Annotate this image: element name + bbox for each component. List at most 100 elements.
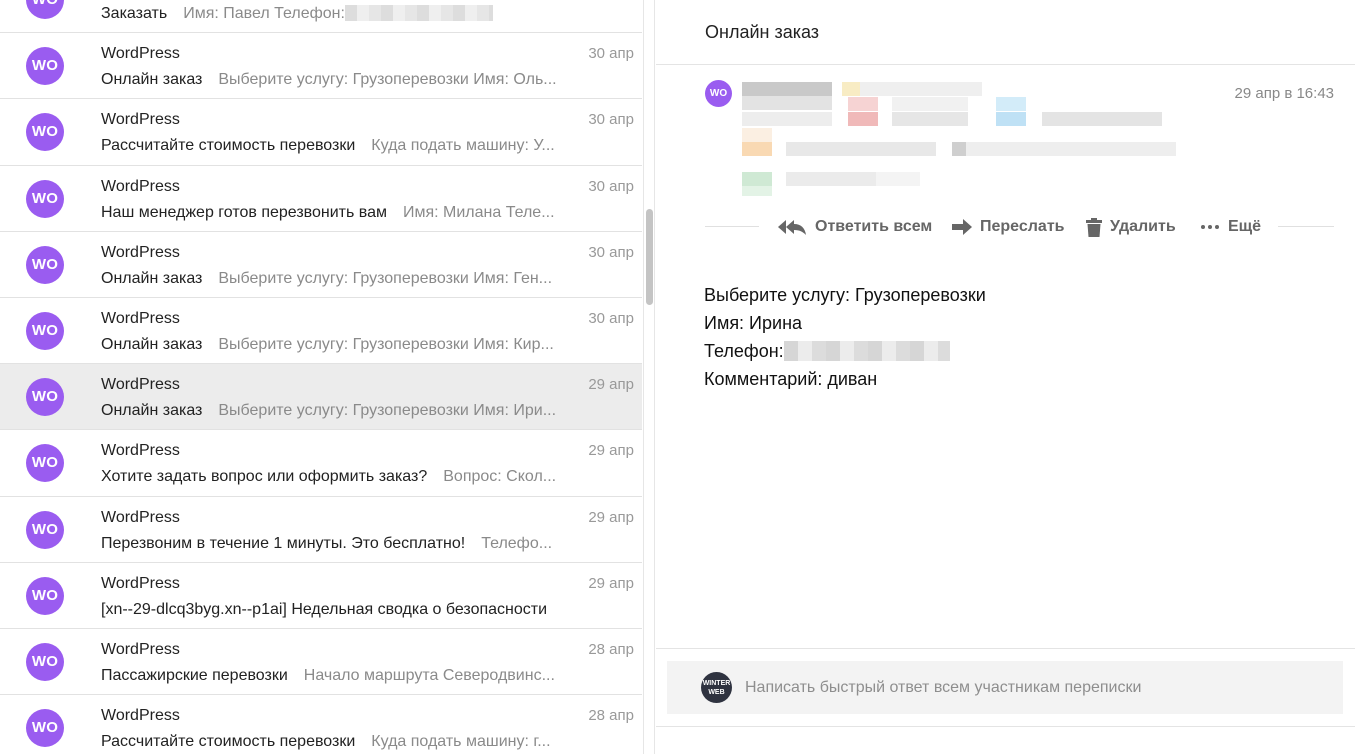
sender-avatar: WO — [26, 0, 64, 19]
message-list: WO Заказать Имя: Павел Телефон: WO WordPress… — [0, 0, 642, 754]
divider — [656, 648, 1355, 649]
sender-name: WordPress — [101, 508, 180, 526]
delete-button[interactable]: Удалить — [1086, 214, 1176, 240]
message-row[interactable]: WO WordPress 29 апр Перезвоним в течение 1 … — [0, 496, 642, 563]
message-snippet: Имя: Милана Теле... — [402, 203, 555, 221]
sender-avatar: WO — [26, 245, 64, 284]
message-snippet: Выберите услугу: Грузоперевозки Имя: Оль… — [218, 71, 557, 89]
body-line-comment: Комментарий: диван — [704, 369, 878, 389]
reply-all-button[interactable]: Ответить всем — [777, 214, 932, 240]
message-subject: Пассажирские перевозки — [101, 666, 288, 684]
sender-avatar: WO — [26, 113, 64, 152]
message-date: 30 апр — [588, 45, 634, 63]
sender-name: WordPress — [101, 309, 180, 327]
divider — [1278, 226, 1334, 227]
user-avatar: WINTER WEB — [701, 672, 732, 703]
trash-icon — [1086, 217, 1102, 237]
message-snippet: Куда подать машину: У... — [371, 137, 555, 155]
more-button[interactable]: Ещё — [1200, 214, 1261, 240]
forward-arrow-icon — [952, 219, 972, 235]
sender-avatar: WO — [26, 576, 64, 615]
message-row[interactable]: WO WordPress 29 апр Хотите задать вопрос ил… — [0, 430, 642, 497]
message-date: 29 апр — [588, 508, 634, 526]
message-subject: Хотите задать вопрос или оформить заказ? — [101, 468, 428, 486]
message-date: 28 апр — [588, 640, 634, 658]
message-preview: Пассажирские перевозки Начало маршрута Се… — [101, 667, 569, 685]
quick-reply-box[interactable]: WINTER WEB Написать быстрый ответ всем у… — [667, 661, 1343, 714]
message-row[interactable]: WO WordPress 30 апр Наш менеджер готов пере… — [0, 165, 642, 232]
forward-button[interactable]: Переслать — [952, 214, 1065, 240]
body-line-name: Имя: Ирина — [704, 313, 803, 333]
divider — [705, 226, 759, 227]
scrollbar-thumb[interactable] — [646, 209, 653, 305]
sender-name: WordPress — [101, 707, 180, 725]
divider — [656, 64, 1355, 65]
message-subject: Рассчитайте стоимость перевозки — [101, 137, 356, 155]
message-date: 30 апр — [588, 309, 634, 327]
message-preview: Рассчитайте стоимость перевозки Куда пода… — [101, 137, 569, 155]
message-row[interactable]: WO WordPress 30 апр Онлайн заказ Выберите ус… — [0, 33, 642, 100]
message-row[interactable]: WO WordPress 30 апр Рассчитайте стоимость п… — [0, 99, 642, 166]
message-preview: Онлайн заказ Выберите услугу: Грузоперево… — [101, 270, 569, 288]
sender-name: WordPress — [101, 574, 180, 592]
forward-label: Переслать — [980, 218, 1065, 235]
sender-name: WordPress — [101, 243, 180, 261]
message-subject: Онлайн заказ — [101, 71, 203, 89]
phone-label: Телефон: — [704, 341, 784, 361]
redacted-phone — [783, 341, 950, 361]
message-preview: [xn--29-dlcq3byg.xn--p1ai] Недельная сво… — [101, 601, 569, 619]
sender-avatar: WO — [26, 642, 64, 681]
message-date: 28 апр — [588, 707, 634, 725]
message-snippet: Вопрос: Скол... — [443, 468, 557, 486]
message-subject: Онлайн заказ — [101, 269, 203, 287]
message-snippet: Куда подать машину: г... — [371, 733, 551, 751]
sender-avatar[interactable]: WO — [705, 80, 732, 107]
sender-avatar: WO — [26, 179, 64, 218]
body-line-service: Выберите услугу: Грузоперевозки — [704, 285, 986, 305]
message-date: 30 апр — [588, 111, 634, 129]
sender-avatar: WO — [26, 378, 64, 417]
message-row[interactable]: WO WordPress 28 апр Рассчитайте стоимость п… — [0, 695, 642, 754]
message-subject: Заказать — [101, 5, 168, 22]
message-row[interactable]: WO WordPress 29 апр Онлайн заказ Выберите ус… — [0, 364, 642, 431]
message-date: 30 апр — [588, 243, 634, 261]
sender-name: WordPress — [101, 45, 180, 63]
message-row[interactable]: WO WordPress 30 апр Онлайн заказ Выберите ус… — [0, 297, 642, 365]
sender-avatar: WO — [26, 311, 64, 350]
message-preview: Наш менеджер готов перезвонить вам Имя: М… — [101, 204, 569, 222]
message-date: 29 апр — [588, 574, 634, 592]
message-row[interactable]: WO Заказать Имя: Павел Телефон: — [0, 0, 642, 34]
message-preview: Онлайн заказ Выберите услугу: Грузоперево… — [101, 71, 569, 89]
message-row[interactable]: WO WordPress 30 апр Онлайн заказ Выберите ус… — [0, 231, 642, 298]
message-preview: Онлайн заказ Выберите услугу: Грузоперево… — [101, 336, 569, 354]
message-preview: Перезвоним в течение 1 минуты. Это беспл… — [101, 535, 569, 553]
more-label: Ещё — [1228, 218, 1262, 235]
message-snippet: Имя: Павел Телефон: — [183, 5, 345, 22]
message-preview: Онлайн заказ Выберите услугу: Грузоперево… — [101, 402, 569, 420]
message-snippet: Телефо... — [481, 534, 553, 552]
sender-name: WordPress — [101, 376, 180, 394]
divider — [656, 726, 1355, 727]
body-line-phone: Телефон: — [704, 337, 986, 365]
sender-avatar: WO — [26, 510, 64, 549]
sender-avatar: WO — [26, 47, 64, 86]
reply-all-label: Ответить всем — [815, 218, 933, 235]
message-snippet: Начало маршрута Северодвинс... — [303, 666, 555, 684]
message-preview: Заказать Имя: Павел Телефон: — [101, 5, 569, 23]
message-subject: Перезвоним в течение 1 минуты. Это беспл… — [101, 534, 466, 552]
sender-name: WordPress — [101, 442, 180, 460]
thread-title: Онлайн заказ — [705, 22, 820, 42]
message-date: 30 апр — [588, 177, 634, 195]
message-list-scrollbar[interactable] — [643, 0, 655, 754]
message-row[interactable]: WO WordPress 28 апр Пассажирские перевозки Н… — [0, 628, 642, 696]
reply-all-icon — [777, 218, 807, 236]
sender-avatar: WO — [26, 444, 64, 483]
message-preview: Хотите задать вопрос или оформить заказ?… — [101, 468, 569, 486]
quick-reply-input[interactable]: Написать быстрый ответ всем участникам п… — [745, 679, 1141, 697]
message-list-items: WO Заказать Имя: Павел Телефон: WO WordPress… — [0, 0, 642, 754]
message-date: 29 апр — [588, 376, 634, 394]
delete-label: Удалить — [1110, 218, 1176, 235]
message-body: Выберите услугу: Грузоперевозки Имя: Ири… — [704, 281, 986, 393]
message-row[interactable]: WO WordPress 29 апр [xn--29-dlcq3byg.xn--p1… — [0, 562, 642, 629]
message-snippet: Выберите услугу: Грузоперевозки Имя: Ири… — [218, 402, 557, 420]
